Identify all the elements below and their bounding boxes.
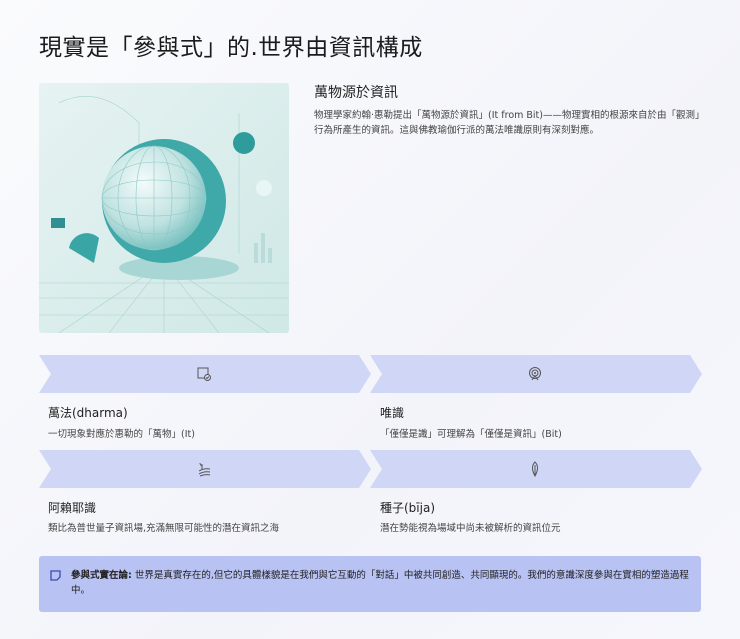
note-icon xyxy=(50,570,61,581)
card-desc: 類比為普世量子資訊場,充滿無限可能性的潛在資訊之海 xyxy=(48,523,280,534)
callout-text: 參與式實在論: 世界是真實存在的,但它的具體樣貌是在我們與它互動的「對話」中被共… xyxy=(71,568,691,598)
field-sprout-icon xyxy=(198,462,211,477)
seed-icon xyxy=(532,461,538,477)
card-label: 種子(bīja) xyxy=(380,501,436,515)
hero-illustration xyxy=(39,83,289,333)
card-label: 唯識 xyxy=(380,406,405,420)
chevron-vijnapti xyxy=(370,355,703,393)
chevron-dharma xyxy=(39,355,372,393)
intro-body: 物理學家約翰·惠勒提出「萬物源於資訊」(It from Bit)——物理實相的根… xyxy=(314,110,705,136)
card-desc: 「僅僅是識」可理解為「僅僅是資訊」(Bit) xyxy=(380,429,562,440)
card-label: 阿賴耶識 xyxy=(48,501,97,515)
callout-body: 世界是真實存在的,但它的具體樣貌是在我們與它互動的「對話」中被共同創造、共同顯現… xyxy=(71,570,689,596)
page-title: 現實是「參與式」的.世界由資訊構成 xyxy=(39,35,423,61)
callout-box: 參與式實在論: 世界是真實存在的,但它的具體樣貌是在我們與它互動的「對話」中被共… xyxy=(39,556,701,612)
intro-heading: 萬物源於資訊 xyxy=(314,85,398,101)
callout-label: 參與式實在論: xyxy=(71,570,132,581)
chevron-bija xyxy=(370,450,703,488)
card-desc: 潛在勢能視為場域中尚未被解析的資訊位元 xyxy=(380,523,561,534)
broadcast-icon xyxy=(529,367,541,381)
card-desc: 一切現象對應於惠勒的「萬物」(It) xyxy=(48,429,195,440)
image-check-icon xyxy=(197,367,211,381)
chevron-alaya xyxy=(39,450,372,488)
card-label: 萬法(dharma) xyxy=(48,406,128,420)
